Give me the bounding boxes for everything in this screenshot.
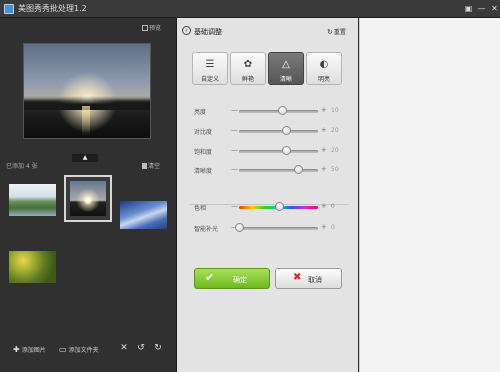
reset-icon: ↻ xyxy=(327,28,333,36)
plus-icon[interactable]: + xyxy=(321,106,327,114)
slider-handle[interactable] xyxy=(278,106,288,115)
tab-bright[interactable]: ◐ 明亮 xyxy=(306,52,342,85)
trash-icon xyxy=(142,163,147,169)
add-folder-label: 添加文件夹 xyxy=(68,347,99,354)
image-list-panel: 预览 ▲ 已添加 4 张 清空 ✚ 添加图片 ▭ 添加文件夹 ✕ ↺ ↻ xyxy=(0,18,176,372)
thumbnail-autumn-leaves[interactable] xyxy=(9,251,56,283)
half-circle-icon: ◐ xyxy=(319,59,329,70)
confirm-label: 确定 xyxy=(233,276,247,284)
confirm-button[interactable]: ✔ 确定 xyxy=(194,268,270,289)
slider-value: 20 xyxy=(331,127,339,134)
slider-label: 饱和度 xyxy=(194,149,213,156)
thumbnail-lake-trees[interactable] xyxy=(9,184,56,216)
slider-handle[interactable] xyxy=(282,126,292,135)
slider-track[interactable] xyxy=(239,169,318,172)
x-icon: ✖ xyxy=(293,272,302,283)
slider-handle[interactable] xyxy=(274,202,284,211)
add-image-label: 添加图片 xyxy=(21,347,46,354)
thumbnail-blue-water[interactable] xyxy=(120,201,167,229)
slider-handle[interactable] xyxy=(282,146,292,155)
thumbnail-sunset-lake[interactable] xyxy=(64,175,112,222)
tab-label: 鲜艳 xyxy=(241,76,254,83)
main-preview-image xyxy=(23,43,151,139)
plus-icon[interactable]: + xyxy=(321,223,327,231)
preview-icon xyxy=(142,25,148,31)
minus-icon[interactable]: — xyxy=(231,165,238,173)
slider-label: 清晰度 xyxy=(194,168,213,175)
window-title: 美图秀秀批处理1.2 xyxy=(18,4,87,13)
triangle-icon: △ xyxy=(282,59,290,70)
restore-icon[interactable]: ▣ xyxy=(463,3,474,14)
tab-vivid[interactable]: ✿ 鲜艳 xyxy=(230,52,266,85)
minus-icon[interactable]: — xyxy=(231,202,238,210)
plus-icon[interactable]: + xyxy=(321,202,327,210)
plus-icon[interactable]: + xyxy=(321,126,327,134)
slider-fill-light: 智能补光 — + 0 xyxy=(194,223,354,233)
basic-adjust-panel: ‹ 基础调整 ↻重置 ☰ 自定义 ✿ 鲜艳 △ 清晰 ◐ 明亮 亮度 — + 1… xyxy=(176,18,358,372)
slider-hue: 色相 — + 0 xyxy=(194,202,354,212)
rotate-right-icon[interactable]: ↻ xyxy=(153,343,163,353)
tab-label: 明亮 xyxy=(317,76,330,83)
folder-icon: ▭ xyxy=(59,345,67,354)
slider-value: 0 xyxy=(331,224,335,231)
preview-label: 预览 xyxy=(149,25,162,32)
add-folder-button[interactable]: ▭ 添加文件夹 xyxy=(59,345,99,354)
clear-label: 清空 xyxy=(148,163,161,170)
cancel-button[interactable]: ✖ 取消 xyxy=(275,268,342,289)
tab-custom[interactable]: ☰ 自定义 xyxy=(192,52,228,85)
preview-button[interactable]: 预览 xyxy=(142,23,161,32)
minus-icon[interactable]: — xyxy=(231,106,238,114)
reset-label: 重置 xyxy=(333,29,346,36)
slider-track[interactable] xyxy=(239,150,318,153)
panel-title: 基础调整 xyxy=(194,28,222,36)
panel-header: ‹ 基础调整 ↻重置 xyxy=(177,18,359,44)
tab-clear[interactable]: △ 清晰 xyxy=(268,52,304,85)
rotate-left-icon[interactable]: ↺ xyxy=(136,343,146,353)
slider-value: 10 xyxy=(331,107,339,114)
tab-label: 自定义 xyxy=(200,76,219,83)
plus-icon: ✚ xyxy=(13,345,20,354)
slider-track[interactable] xyxy=(239,130,318,133)
slider-track[interactable] xyxy=(239,227,318,230)
delete-icon[interactable]: ✕ xyxy=(119,343,129,353)
slider-handle[interactable] xyxy=(294,165,304,174)
plus-icon[interactable]: + xyxy=(321,165,327,173)
slider-contrast: 对比度 — + 20 xyxy=(194,126,354,136)
minus-icon[interactable]: — xyxy=(231,146,238,154)
close-icon[interactable]: ✕ xyxy=(489,3,500,14)
slider-saturation: 饱和度 — + 20 xyxy=(194,146,354,156)
flower-icon: ✿ xyxy=(243,59,253,70)
workspace-area xyxy=(359,18,500,372)
slider-handle[interactable] xyxy=(235,223,244,232)
minimize-icon[interactable]: — xyxy=(476,3,487,14)
add-image-button[interactable]: ✚ 添加图片 xyxy=(13,345,46,354)
slider-label: 亮度 xyxy=(194,109,207,116)
app-logo-icon xyxy=(4,4,14,14)
slider-brightness: 亮度 — + 10 xyxy=(194,106,354,116)
preset-tabs: ☰ 自定义 ✿ 鲜艳 △ 清晰 ◐ 明亮 xyxy=(192,52,343,86)
slider-value: 50 xyxy=(331,166,339,173)
minus-icon[interactable]: — xyxy=(231,126,238,134)
plus-icon[interactable]: + xyxy=(321,146,327,154)
tab-label: 清晰 xyxy=(279,76,292,83)
slider-label: 智能补光 xyxy=(194,226,219,233)
reset-button[interactable]: ↻重置 xyxy=(327,27,346,36)
back-icon[interactable]: ‹ xyxy=(182,26,191,35)
slider-label: 对比度 xyxy=(194,129,213,136)
slider-label: 色相 xyxy=(194,205,207,212)
clear-button[interactable]: 清空 xyxy=(142,161,160,170)
check-icon: ✔ xyxy=(205,271,215,284)
list-toolbar: ✚ 添加图片 ▭ 添加文件夹 ✕ ↺ ↻ xyxy=(0,338,176,362)
added-count: 已添加 4 张 xyxy=(6,163,38,170)
title-bar: 美图秀秀批处理1.2 ▣ — ✕ xyxy=(0,0,500,18)
slider-value: 0 xyxy=(331,203,335,210)
slider-sharpness: 清晰度 — + 50 xyxy=(194,165,354,175)
slider-value: 20 xyxy=(331,147,339,154)
collapse-toggle[interactable]: ▲ xyxy=(72,154,98,162)
sliders-icon: ☰ xyxy=(205,59,215,70)
cancel-label: 取消 xyxy=(308,276,322,284)
